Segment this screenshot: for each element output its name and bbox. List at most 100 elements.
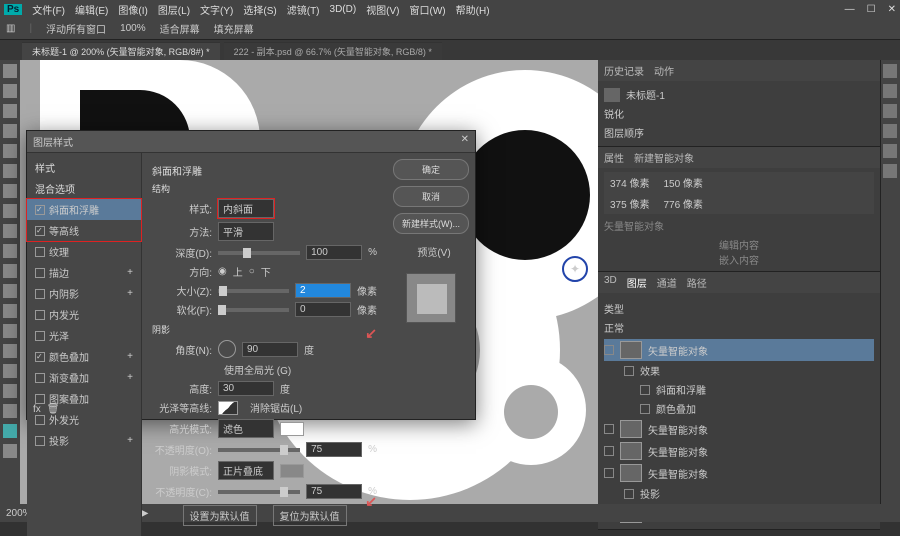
blur-tool-icon[interactable] [3, 304, 17, 318]
fill-screen[interactable]: 填充屏幕 [214, 21, 254, 36]
depth-input[interactable]: 100 [306, 245, 362, 260]
history-brush-tool-icon[interactable] [3, 244, 17, 258]
visibility-icon[interactable] [604, 424, 614, 434]
layer-row[interactable]: 矢量智能对象 [604, 418, 874, 440]
checkbox-icon[interactable] [35, 331, 45, 341]
highlight-opacity-input[interactable]: 75 [306, 442, 362, 457]
shape-tool-icon[interactable] [3, 404, 17, 418]
style-bevel-emboss[interactable]: 斜面和浮雕 [27, 199, 141, 220]
reset-default-button[interactable]: 复位为默认值 [273, 505, 347, 526]
highlight-mode-select[interactable]: 滤色 [218, 419, 274, 438]
checkbox-icon[interactable] [35, 352, 45, 362]
window-minimize-icon[interactable]: — [845, 4, 855, 15]
hand-tool-icon[interactable] [3, 424, 17, 438]
tab-3d[interactable]: 3D [604, 275, 617, 290]
layer-row[interactable]: 投影 [604, 484, 874, 503]
heal-tool-icon[interactable] [3, 184, 17, 198]
window-maximize-icon[interactable]: ☐ [867, 4, 876, 15]
zoom-tool-icon[interactable] [3, 444, 17, 458]
pen-tool-icon[interactable] [3, 344, 17, 358]
menu-image[interactable]: 图像(I) [118, 2, 147, 17]
ok-button[interactable]: 确定 [393, 159, 469, 180]
visibility-icon[interactable] [640, 385, 650, 395]
wand-tool-icon[interactable] [3, 124, 17, 138]
shadow-mode-select[interactable]: 正片叠底 [218, 461, 274, 480]
checkbox-icon[interactable] [35, 394, 45, 404]
size-input[interactable]: 2 [295, 283, 351, 298]
plus-icon[interactable]: + [127, 351, 133, 362]
doc-tab-inactive[interactable]: 222 - 副本.psd @ 66.7% (矢量智能对象, RGB/8) * [224, 42, 442, 60]
soften-slider[interactable] [218, 308, 289, 312]
float-windows[interactable]: 浮动所有窗口 [46, 21, 106, 36]
shadow-opacity-input[interactable]: 75 [306, 484, 362, 499]
zoom-level[interactable]: 100% [120, 23, 146, 34]
window-close-icon[interactable]: ✕ [888, 4, 896, 15]
style-inner-shadow[interactable]: 内阴影+ [27, 283, 141, 304]
gradient-tool-icon[interactable] [3, 284, 17, 298]
prop-edit[interactable]: 编辑内容 [604, 237, 874, 252]
style-gradient-overlay[interactable]: 渐变叠加+ [27, 367, 141, 388]
highlight-opacity-slider[interactable] [218, 448, 300, 452]
tab-new-smart[interactable]: 新建智能对象 [634, 150, 694, 165]
panel-icon[interactable] [883, 84, 897, 98]
checkbox-icon[interactable] [35, 436, 45, 446]
tab-channels[interactable]: 通道 [657, 275, 677, 290]
make-default-button[interactable]: 设置为默认值 [183, 505, 257, 526]
visibility-icon[interactable] [604, 345, 614, 355]
menu-type[interactable]: 文字(Y) [200, 2, 233, 17]
marquee-tool-icon[interactable] [3, 84, 17, 98]
layer-row[interactable]: 效果 [604, 361, 874, 380]
visibility-icon[interactable] [624, 366, 634, 376]
plus-icon[interactable]: + [127, 435, 133, 446]
tab-actions[interactable]: 动作 [654, 63, 674, 78]
eraser-tool-icon[interactable] [3, 264, 17, 278]
plus-icon[interactable]: + [127, 372, 133, 383]
menu-help[interactable]: 帮助(H) [456, 2, 490, 17]
menu-file[interactable]: 文件(F) [32, 2, 65, 17]
technique-select[interactable]: 平滑 [218, 222, 274, 241]
visibility-icon[interactable] [640, 404, 650, 414]
soften-input[interactable]: 0 [295, 302, 351, 317]
layer-row[interactable]: 斜面和浮雕 [604, 380, 874, 399]
crop-tool-icon[interactable] [3, 144, 17, 158]
dir-up-radio[interactable]: ◉ [218, 266, 227, 277]
menu-select[interactable]: 选择(S) [243, 2, 276, 17]
style-color-overlay[interactable]: 颜色叠加+ [27, 346, 141, 367]
depth-slider[interactable] [218, 251, 300, 255]
blend-header[interactable]: 混合选项 [27, 178, 141, 199]
menu-layer[interactable]: 图层(L) [158, 2, 190, 17]
tab-history[interactable]: 历史记录 [604, 63, 644, 78]
move-tool-icon[interactable] [3, 64, 17, 78]
panel-icon[interactable] [883, 164, 897, 178]
layer-row[interactable]: 颜色叠加 [604, 399, 874, 418]
blend-mode-select[interactable]: 正常 [604, 320, 624, 335]
menu-3d[interactable]: 3D(D) [330, 4, 357, 15]
style-satin[interactable]: 光泽 [27, 325, 141, 346]
history-doc[interactable]: 未标题-1 [604, 85, 874, 104]
style-inner-glow[interactable]: 内发光 [27, 304, 141, 325]
shadow-opacity-slider[interactable] [218, 490, 300, 494]
panel-icon[interactable] [883, 104, 897, 118]
panel-icon[interactable] [883, 144, 897, 158]
menu-view[interactable]: 视图(V) [366, 2, 399, 17]
menu-edit[interactable]: 编辑(E) [75, 2, 108, 17]
lasso-tool-icon[interactable] [3, 104, 17, 118]
checkbox-icon[interactable] [35, 373, 45, 383]
angle-dial-icon[interactable] [218, 340, 236, 358]
fit-screen[interactable]: 适合屏幕 [160, 21, 200, 36]
style-contour[interactable]: 等高线 [27, 220, 141, 241]
plus-icon[interactable]: + [127, 288, 133, 299]
path-tool-icon[interactable] [3, 384, 17, 398]
panel-icon[interactable] [883, 64, 897, 78]
stamp-tool-icon[interactable] [3, 224, 17, 238]
trash-icon[interactable]: 🗑 [47, 404, 60, 415]
checkbox-icon[interactable] [35, 268, 45, 278]
doc-tab-active[interactable]: 未标题-1 @ 200% (矢量智能对象, RGB/8#) * [22, 42, 220, 60]
visibility-icon[interactable] [604, 446, 614, 456]
plus-icon[interactable]: + [127, 267, 133, 278]
tab-layers[interactable]: 图层 [627, 275, 647, 290]
dir-down-radio[interactable]: ○ [249, 266, 255, 277]
checkbox-icon[interactable] [35, 247, 45, 257]
prop-place[interactable]: 嵌入内容 [604, 252, 874, 267]
history-step[interactable]: 图层顺序 [604, 123, 874, 142]
